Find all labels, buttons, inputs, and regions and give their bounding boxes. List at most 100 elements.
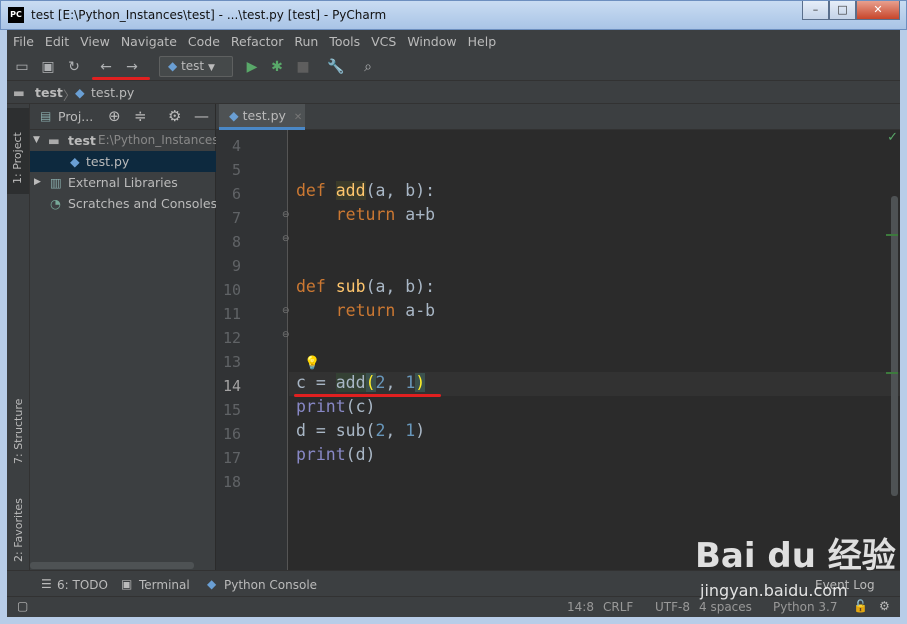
number: 1 (405, 373, 416, 392)
close-button[interactable]: ✕ (856, 1, 900, 20)
menu-view[interactable]: View (80, 34, 110, 49)
tool-favorites[interactable]: 2: Favorites (12, 498, 25, 562)
left-tool-strip: 1: Project 7: Structure 2: Favorites (7, 104, 30, 570)
fold-marker-icon[interactable]: ⊖ (282, 210, 290, 220)
code-line-10[interactable]: def sub(a, b): (296, 277, 435, 296)
menu-help[interactable]: Help (468, 34, 497, 49)
save-icon[interactable]: ▣ (39, 58, 57, 76)
debug-icon[interactable]: ✱ (268, 58, 286, 76)
menu-window[interactable]: Window (407, 34, 456, 49)
number: 1 (405, 421, 416, 440)
project-panel: ▤ Proj... ⊕ ≑ ⚙ — ▼ ▬ test E:\Python_Ins… (30, 104, 216, 570)
menu-code[interactable]: Code (188, 34, 220, 49)
code-line-11[interactable]: return a-b (296, 301, 435, 320)
fold-marker-icon[interactable]: ⊖ (282, 234, 290, 244)
indent-setting[interactable]: 4 spaces (699, 600, 752, 614)
window-frame-left (0, 30, 7, 624)
close-icon[interactable]: ✕ (294, 112, 302, 123)
menu-navigate[interactable]: Navigate (121, 34, 177, 49)
line-number: 4 (231, 137, 241, 155)
code-line-6[interactable]: def add(a, b): (296, 181, 435, 200)
code-text: ) (415, 421, 426, 440)
line-number: 6 (231, 185, 241, 203)
search-icon[interactable]: ⌕ (359, 58, 377, 76)
forward-arrow-icon[interactable]: → (123, 58, 141, 76)
builtin: print (296, 397, 346, 416)
tree-item-file[interactable]: ◆ test.py (30, 151, 216, 172)
line-number: 10 (222, 281, 241, 299)
tree-item-scratches[interactable]: ◔ Scratches and Consoles (30, 193, 216, 214)
expand-arrow-icon: ▶ (34, 177, 41, 187)
function-name: add (335, 181, 366, 200)
folder-icon: ▬ (13, 85, 25, 100)
scroll-marker (886, 372, 898, 374)
minimize-button[interactable]: – (802, 1, 829, 20)
code-line-15[interactable]: print(c) (296, 397, 375, 416)
maximize-button[interactable]: □ (829, 1, 856, 20)
tree-item-external-libraries[interactable]: ▶ ▥ External Libraries (30, 172, 216, 193)
cursor-position[interactable]: 14:8 (567, 600, 594, 614)
code-line-16[interactable]: d = sub(2, 1) (296, 421, 425, 440)
code-line-7[interactable]: return a+b (296, 205, 435, 224)
tool-terminal[interactable]: Terminal (139, 578, 190, 592)
run-config-select[interactable]: ◆ test ▼ (159, 56, 233, 77)
tool-project[interactable]: 1: Project (11, 132, 24, 184)
sync-icon[interactable]: ↻ (65, 58, 83, 76)
lightbulb-icon[interactable]: 💡 (304, 356, 320, 371)
line-number-current: 14 (222, 377, 241, 395)
project-view-select[interactable]: Proj... (58, 109, 93, 124)
tool-todo[interactable]: 6: TODO (57, 578, 108, 592)
keyword: return (335, 301, 396, 320)
back-arrow-icon[interactable]: ← (97, 58, 115, 76)
code-text: a+b (405, 205, 436, 224)
tree-label-libraries: External Libraries (68, 175, 178, 190)
menu-file[interactable]: File (13, 34, 34, 49)
tree-item-project[interactable]: ▼ ▬ test E:\Python_Instances\test (30, 130, 216, 151)
gutter: 4 5 6 7 8 9 10 11 12 13 14 15 16 17 18 ⊖… (216, 130, 290, 570)
code-text: (d) (345, 445, 376, 464)
collapse-icon[interactable]: ≑ (134, 107, 147, 125)
menu-refactor[interactable]: Refactor (231, 34, 283, 49)
hide-panel-icon[interactable]: — (194, 107, 209, 125)
keyword: return (335, 205, 396, 224)
menu-edit[interactable]: Edit (45, 34, 69, 49)
tool-python-console[interactable]: Python Console (224, 578, 317, 592)
menu-vcs[interactable]: VCS (371, 34, 396, 49)
layout-icon[interactable]: ▢ (17, 599, 28, 613)
run-icon[interactable]: ▶ (243, 58, 261, 76)
tool-structure[interactable]: 7: Structure (12, 399, 25, 464)
code-line-14[interactable]: c = add(2, 1) (296, 373, 426, 392)
line-separator[interactable]: CRLF (603, 600, 633, 614)
menu-run[interactable]: Run (294, 34, 318, 49)
open-folder-icon[interactable]: ▭ (13, 58, 31, 76)
locate-icon[interactable]: ⊕ (108, 107, 121, 125)
stop-icon[interactable]: ■ (294, 58, 312, 76)
breadcrumb-file[interactable]: test.py (91, 85, 134, 100)
menu-tools[interactable]: Tools (329, 34, 360, 49)
file-encoding[interactable]: UTF-8 (655, 600, 690, 614)
line-number: 9 (231, 257, 241, 275)
number: 2 (375, 421, 386, 440)
tree-label-project: test (68, 133, 96, 148)
fold-marker-icon[interactable]: ⊖ (282, 330, 290, 340)
breadcrumb-project[interactable]: test (35, 85, 63, 100)
code-text: , (385, 373, 406, 392)
tab-label: test.py (242, 108, 286, 123)
horizontal-scrollbar[interactable] (30, 562, 194, 569)
fold-marker-icon[interactable]: ⊖ (282, 306, 290, 316)
tab-test-py[interactable]: ◆ test.py ✕ (219, 104, 305, 130)
code-text: a-b (405, 301, 436, 320)
menu-bar: File Edit View Navigate Code Refactor Ru… (7, 30, 900, 52)
wrench-icon[interactable]: 🔧 (327, 58, 345, 76)
interpreter-setting[interactable]: Python 3.7 (773, 600, 838, 614)
gear-icon[interactable]: ⚙ (168, 107, 181, 125)
tree-label-scratches: Scratches and Consoles (68, 196, 216, 211)
vertical-scrollbar[interactable] (891, 196, 898, 496)
inspector-icon[interactable]: ⚙ (879, 599, 890, 613)
code-text: , (385, 421, 406, 440)
code-line-17[interactable]: print(d) (296, 445, 375, 464)
folder-icon: ▬ (48, 133, 60, 148)
builtin: print (296, 445, 346, 464)
line-number: 5 (231, 161, 241, 179)
lock-icon[interactable]: 🔓 (853, 599, 868, 613)
